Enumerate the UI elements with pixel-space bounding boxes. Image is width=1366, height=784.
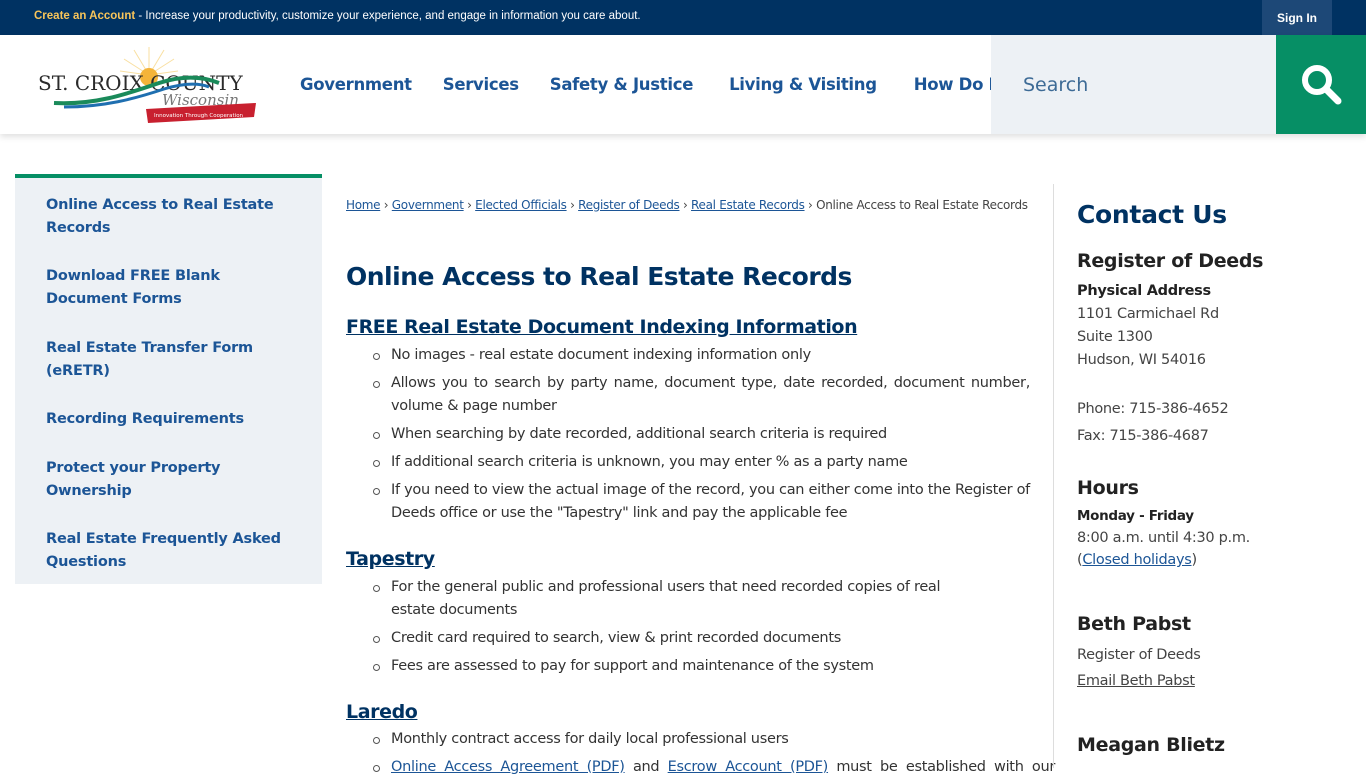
breadcrumb-register-of-deeds[interactable]: Register of Deeds xyxy=(578,198,680,212)
nav-living-visiting[interactable]: Living & Visiting xyxy=(729,75,877,94)
column-divider xyxy=(1053,184,1054,768)
list-item: Monthly contract access for daily local … xyxy=(346,728,1030,751)
hours-days: Monday - Friday xyxy=(1077,508,1194,524)
list-item: No images - real estate document indexin… xyxy=(346,344,1030,367)
list-text: must be established with our xyxy=(828,759,1056,775)
sidebar-item-faq[interactable]: Real Estate Frequently Asked Questions xyxy=(46,528,296,574)
online-access-agreement-link[interactable]: Online Access Agreement (PDF) xyxy=(391,759,625,775)
contact-person-name: Beth Pabst xyxy=(1077,613,1191,635)
create-account-link[interactable]: Create an Account xyxy=(34,10,135,22)
list-item: Credit card required to search, view & p… xyxy=(346,627,986,650)
address-line: Suite 1300 xyxy=(1077,329,1153,345)
page-title: Online Access to Real Estate Records xyxy=(346,262,852,291)
logo-graphic: ST. CROIX COUNTY Wisconsin Innovation Th… xyxy=(38,47,256,123)
address-line: 1101 Carmichael Rd xyxy=(1077,306,1219,322)
breadcrumb-current: Online Access to Real Estate Records xyxy=(816,198,1028,212)
address-line: Hudson, WI 54016 xyxy=(1077,352,1206,368)
breadcrumb-separator: › xyxy=(808,198,813,212)
search-icon xyxy=(1302,64,1342,104)
section-free-indexing-link[interactable]: FREE Real Estate Document Indexing Infor… xyxy=(346,316,858,338)
breadcrumb-elected-officials[interactable]: Elected Officials xyxy=(475,198,567,212)
nav-government[interactable]: Government xyxy=(300,75,412,94)
sidebar-item-protect-ownership[interactable]: Protect your Property Ownership xyxy=(46,457,296,503)
closed-holidays-link[interactable]: Closed holidays xyxy=(1082,552,1191,568)
list-item: Fees are assessed to pay for support and… xyxy=(346,655,986,678)
site-header: ST. CROIX COUNTY Wisconsin Innovation Th… xyxy=(0,35,1366,134)
list-item: Allows you to search by party name, docu… xyxy=(346,372,1030,418)
email-beth-pabst-link[interactable]: Email Beth Pabst xyxy=(1077,673,1195,689)
hours-title: Hours xyxy=(1077,477,1139,499)
breadcrumb-separator: › xyxy=(467,198,472,212)
address-label: Physical Address xyxy=(1077,283,1211,299)
breadcrumb: Home › Government › Elected Officials › … xyxy=(346,196,1030,214)
list-item: If you need to view the actual image of … xyxy=(346,479,1030,525)
list-item: When searching by date recorded, additio… xyxy=(346,423,1030,446)
breadcrumb-home[interactable]: Home xyxy=(346,198,381,212)
site-logo[interactable]: ST. CROIX COUNTY Wisconsin Innovation Th… xyxy=(34,45,260,123)
contact-phone: Phone: 715-386-4652 xyxy=(1077,401,1229,417)
sign-in-button[interactable]: Sign In xyxy=(1262,0,1332,35)
breadcrumb-real-estate-records[interactable]: Real Estate Records xyxy=(691,198,805,212)
contact-person-name: Meagan Blietz xyxy=(1077,734,1225,756)
hours-time: 8:00 a.m. until 4:30 p.m. xyxy=(1077,530,1250,546)
nav-services[interactable]: Services xyxy=(443,75,519,94)
free-indexing-list: No images - real estate document indexin… xyxy=(346,344,1030,530)
logo-tagline: Innovation Through Cooperation xyxy=(154,113,244,119)
breadcrumb-separator: › xyxy=(683,198,688,212)
escrow-account-link[interactable]: Escrow Account (PDF) xyxy=(668,759,829,775)
section-tapestry-link[interactable]: Tapestry xyxy=(346,548,435,570)
contact-person-role: Register of Deeds xyxy=(1077,647,1201,663)
search-input[interactable]: Search xyxy=(991,35,1276,134)
breadcrumb-separator: › xyxy=(383,198,389,212)
contact-title: Contact Us xyxy=(1077,200,1227,229)
paren: ) xyxy=(1191,552,1198,568)
holidays-note: (Closed holidays) xyxy=(1077,552,1197,568)
contact-fax: Fax: 715-386-4687 xyxy=(1077,428,1209,444)
sidebar-item-recording-requirements[interactable]: Recording Requirements xyxy=(46,408,296,431)
account-promo: Create an Account - Increase your produc… xyxy=(34,10,641,22)
search-button[interactable] xyxy=(1276,35,1366,134)
account-promo-text: - Increase your productivity, customize … xyxy=(135,10,641,22)
contact-dept: Register of Deeds xyxy=(1077,250,1264,272)
breadcrumb-government[interactable]: Government xyxy=(392,198,464,212)
section-laredo-link[interactable]: Laredo xyxy=(346,701,418,723)
tapestry-list: For the general public and professional … xyxy=(346,576,986,683)
list-text: and xyxy=(624,759,668,775)
sidebar-item-eretr[interactable]: Real Estate Transfer Form (eRETR) xyxy=(46,337,296,383)
laredo-list: Monthly contract access for daily local … xyxy=(346,728,1055,784)
sidebar-nav: Online Access to Real Estate Records Dow… xyxy=(15,174,322,584)
main-content: Home › Government › Elected Officials › … xyxy=(346,196,1055,775)
nav-safety-justice[interactable]: Safety & Justice xyxy=(550,75,694,94)
list-item: For the general public and professional … xyxy=(346,576,986,622)
list-item: If additional search criteria is unknown… xyxy=(346,451,1030,474)
sidebar-item-blank-forms[interactable]: Download FREE Blank Document Forms xyxy=(46,265,296,311)
sidebar-item-online-access[interactable]: Online Access to Real Estate Records xyxy=(46,194,296,240)
breadcrumb-separator: › xyxy=(570,198,575,212)
top-bar: Create an Account - Increase your produc… xyxy=(0,0,1366,35)
main-nav: Government Services Safety & Justice Liv… xyxy=(300,35,1043,134)
